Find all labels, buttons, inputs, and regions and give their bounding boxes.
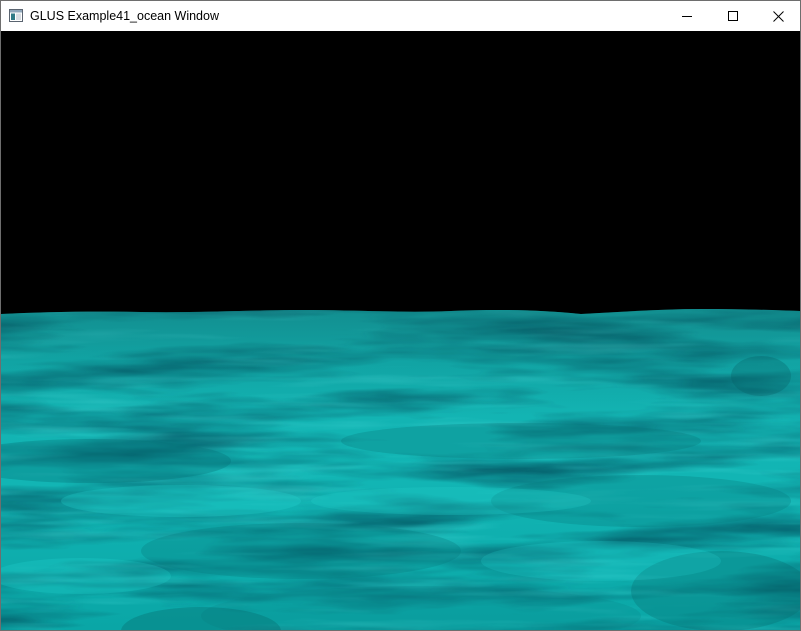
- render-viewport[interactable]: [1, 31, 800, 630]
- application-window-icon: [9, 9, 23, 22]
- minimize-button[interactable]: [664, 1, 710, 31]
- ocean-surface: [1, 309, 800, 630]
- app-window: GLUS Example41_ocean Window: [0, 0, 801, 631]
- maximize-icon: [728, 11, 738, 21]
- close-icon: [772, 10, 784, 22]
- window-title: GLUS Example41_ocean Window: [30, 9, 219, 23]
- close-button[interactable]: [755, 1, 800, 31]
- ocean-scene: [1, 31, 800, 630]
- title-bar[interactable]: GLUS Example41_ocean Window: [1, 1, 800, 31]
- minimize-icon: [682, 16, 692, 17]
- maximize-button[interactable]: [710, 1, 756, 31]
